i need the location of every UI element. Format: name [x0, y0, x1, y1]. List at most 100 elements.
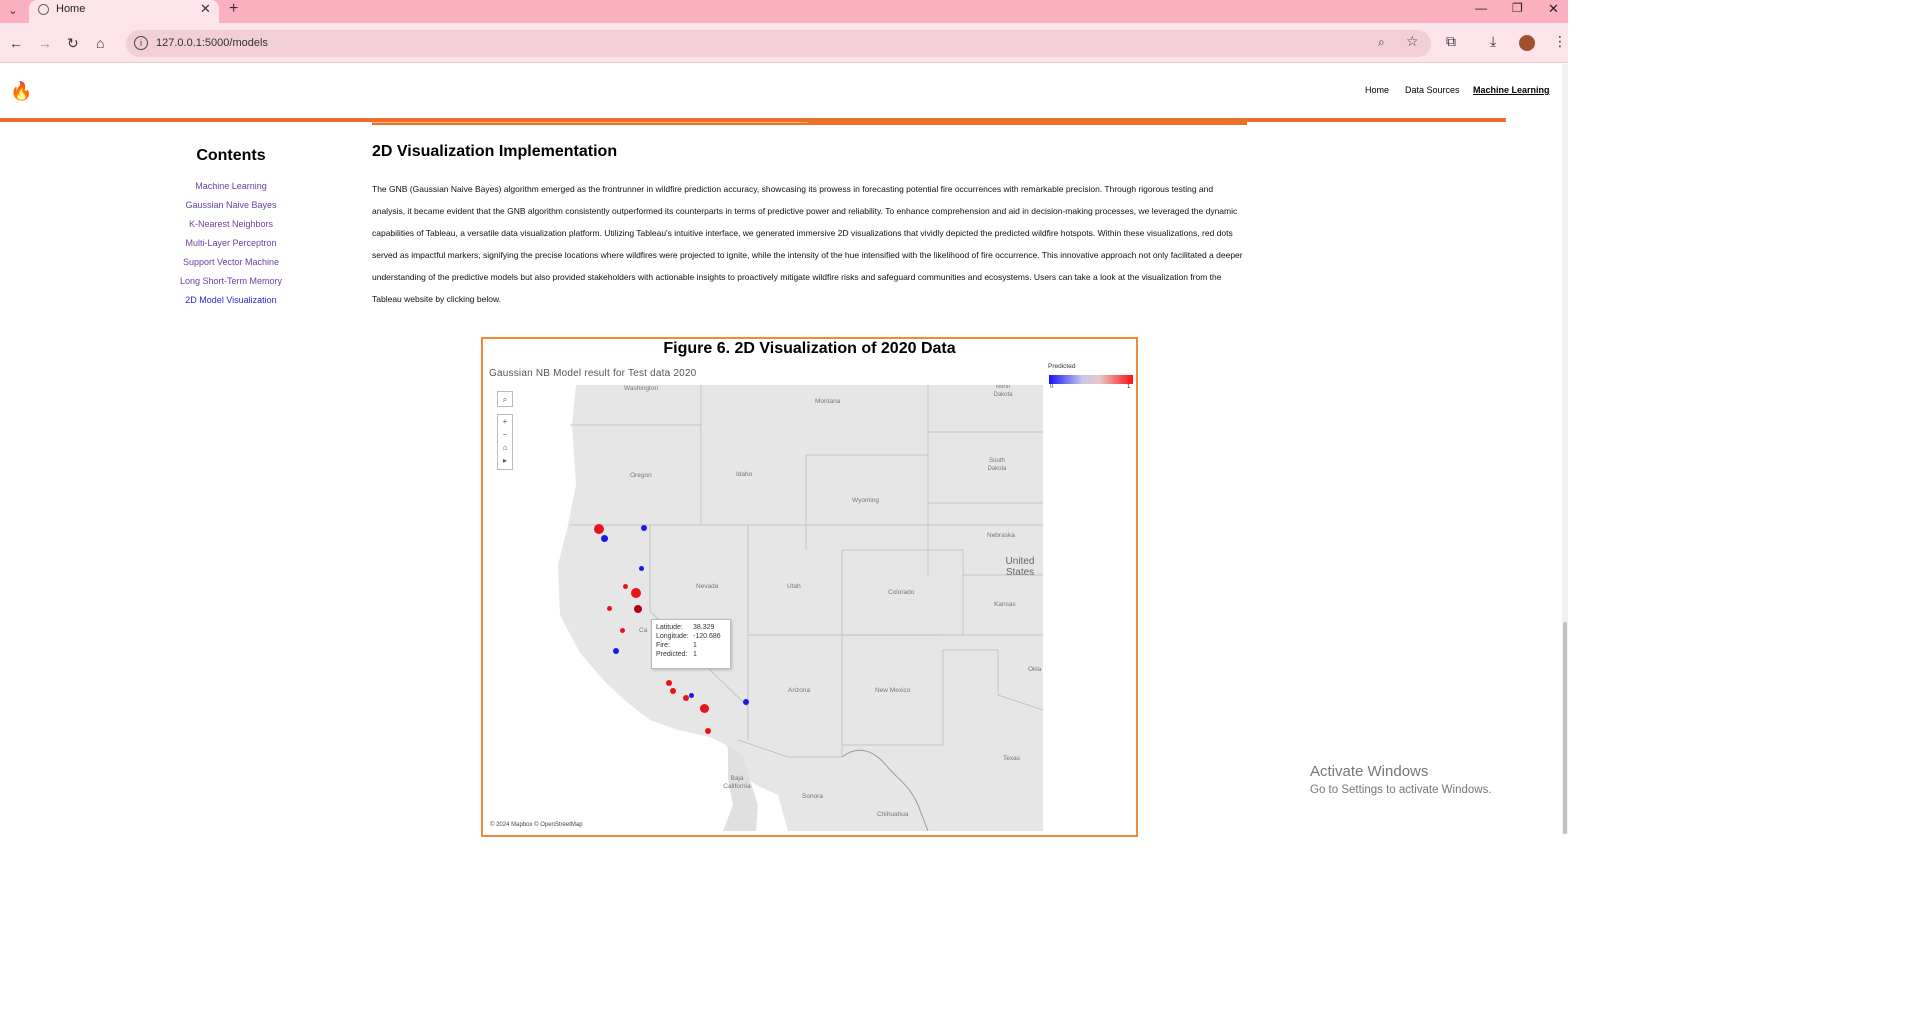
windows-activation-title: Activate Windows	[1310, 763, 1429, 780]
toc-link-lstm[interactable]: Long Short-Term Memory	[151, 276, 311, 286]
map-zoom-controls: + − ⌂ ▸	[497, 414, 513, 470]
restore-icon[interactable]: ❐	[1512, 1, 1523, 15]
home-icon[interactable]: ⌂	[96, 35, 104, 51]
browser-toolbar: ← → ↻ ⌂ i 127.0.0.1:5000/models ⌕ ☆ ⧉ ⤓ …	[0, 23, 1568, 63]
window-close-icon[interactable]: ✕	[1548, 1, 1559, 17]
tooltip-latitude-label: Latitude:	[656, 624, 683, 631]
map-point-no-fire[interactable]	[743, 699, 749, 705]
map-point-fire[interactable]	[705, 728, 711, 734]
figure-2d-visualization[interactable]: Figure 6. 2D Visualization of 2020 Data …	[481, 337, 1138, 837]
toc-link-multi-layer-perceptron[interactable]: Multi-Layer Perceptron	[151, 238, 311, 248]
map-label-nevada: Nevada	[696, 583, 719, 590]
map-point-fire[interactable]	[683, 695, 689, 701]
zoom-out-icon[interactable]: −	[498, 428, 512, 441]
new-tab-icon[interactable]: +	[229, 0, 238, 18]
map-label-oregon: Oregon	[630, 472, 652, 479]
map-label-washington: Washington	[624, 385, 659, 392]
tooltip-latitude-value: 38.329	[693, 624, 715, 631]
map-label-kansas: Kansas	[994, 601, 1016, 608]
map-point-no-fire[interactable]	[613, 648, 619, 654]
section-divider-highlight	[372, 122, 808, 123]
url-text[interactable]: 127.0.0.1:5000/models	[156, 37, 268, 49]
map-label-chihuahua: Chihuahua	[877, 811, 909, 818]
map-home-icon[interactable]: ⌂	[498, 441, 512, 454]
legend-max: 1	[1127, 384, 1131, 390]
map-label-united-states: United States	[1005, 556, 1035, 578]
map-label-texas: Texas	[1003, 755, 1020, 762]
map-point-no-fire[interactable]	[641, 525, 647, 531]
map-tooltip: Latitude: 38.329 Longitude: -120.686 Fire:…	[651, 619, 731, 669]
reload-icon[interactable]: ↻	[67, 35, 79, 52]
map-search-icon[interactable]: ⌕	[497, 391, 513, 407]
section-title: 2D Visualization Implementation	[372, 143, 618, 160]
toc-link-support-vector-machine[interactable]: Support Vector Machine	[151, 257, 311, 267]
profile-avatar[interactable]	[1519, 35, 1535, 51]
map-label-sonora: Sonora	[802, 793, 823, 800]
tooltip-predicted-value: 1	[693, 651, 697, 658]
legend-title: Predicted	[1048, 363, 1076, 370]
tab-title: Home	[56, 3, 86, 15]
map-attribution: © 2024 Mapbox © OpenStreetMap	[490, 822, 583, 828]
bookmark-star-icon[interactable]: ☆	[1406, 33, 1419, 50]
globe-icon	[38, 4, 49, 15]
address-bar[interactable]: i 127.0.0.1:5000/models ⌕ ☆	[126, 30, 1431, 57]
toc-link-2d-model-visualization[interactable]: 2D Model Visualization	[151, 295, 311, 305]
map-point-fire[interactable]	[622, 583, 628, 589]
map-label-okla: Okla	[1028, 666, 1042, 673]
map-label-montana: Montana	[815, 398, 841, 405]
map-point-fire[interactable]	[619, 627, 625, 633]
map-label-north-dakota: North Dakota	[993, 385, 1013, 398]
map-label-colorado: Colorado	[888, 589, 915, 596]
site-info-icon[interactable]: i	[134, 36, 148, 50]
map-label-arizona: Arizona	[788, 687, 811, 694]
site-header: 🔥 Home Data Sources Machine Learning	[0, 64, 1562, 118]
map-label-nebraska: Nebraska	[987, 532, 1015, 539]
map-point-fire[interactable]	[670, 688, 676, 694]
scrollbar-thumb[interactable]	[1563, 622, 1567, 834]
map-label-idaho: Idaho	[736, 471, 753, 478]
tooltip-fire-value: 1	[693, 642, 697, 649]
extensions-icon[interactable]: ⧉	[1446, 33, 1456, 50]
toc-link-gaussian-naive-bayes[interactable]: Gaussian Naive Bayes	[151, 200, 311, 210]
map-label-south-dakota: South Dakota	[987, 458, 1007, 472]
section-paragraph: The GNB (Gaussian Naive Bayes) algorithm…	[372, 184, 1243, 304]
map-label-baja-california: Baja California	[723, 775, 751, 790]
forward-icon[interactable]: →	[38, 35, 52, 51]
tooltip-longitude-label: Longitude:	[656, 633, 689, 640]
map-point-no-fire[interactable]	[638, 565, 644, 571]
figure-subtitle: Gaussian NB Model result for Test data 2…	[489, 368, 697, 379]
download-icon[interactable]: ⤓	[1490, 33, 1496, 50]
map-label-utah: Utah	[787, 583, 801, 590]
menu-kebab-icon[interactable]: ⋮	[1553, 33, 1567, 50]
tab-search-chevron-icon[interactable]: ⌄	[4, 2, 22, 20]
map-point-fire[interactable]	[666, 680, 672, 686]
map-label-wyoming: Wyoming	[852, 497, 880, 504]
browser-tab[interactable]: Home ✕	[29, 0, 219, 23]
map-point-fire[interactable]	[634, 605, 642, 613]
nav-data-sources[interactable]: Data Sources	[1405, 85, 1460, 95]
zoom-in-icon[interactable]: +	[498, 415, 512, 428]
zoom-icon[interactable]: ⌕	[1378, 35, 1385, 50]
map-label-new-mexico: New Mexico	[875, 687, 911, 694]
map-svg	[488, 385, 1043, 831]
map-point-no-fire[interactable]	[600, 534, 608, 542]
windows-activation-subtitle: Go to Settings to activate Windows.	[1310, 784, 1492, 796]
map-point-no-fire[interactable]	[688, 692, 694, 698]
map-point-fire[interactable]	[606, 605, 612, 611]
nav-home[interactable]: Home	[1365, 85, 1389, 95]
flame-logo-icon[interactable]: 🔥	[10, 81, 32, 102]
tab-close-icon[interactable]: ✕	[200, 1, 211, 17]
toc-link-k-nearest-neighbors[interactable]: K-Nearest Neighbors	[151, 219, 311, 229]
map-point-fire[interactable]	[699, 703, 709, 713]
legend-min: 0	[1050, 384, 1054, 390]
nav-machine-learning[interactable]: Machine Learning	[1473, 85, 1550, 95]
minimize-icon[interactable]: —	[1475, 1, 1487, 15]
map-point-fire[interactable]	[594, 524, 604, 534]
map-canvas[interactable]: Washington Montana North Dakota Oregon I…	[488, 385, 1043, 831]
map-label-ca: Ca	[639, 627, 648, 634]
toc-link-machine-learning[interactable]: Machine Learning	[151, 181, 311, 191]
page-scrollbar[interactable]	[1562, 64, 1568, 834]
map-point-fire[interactable]	[631, 588, 641, 598]
pan-arrow-icon[interactable]: ▸	[498, 454, 512, 467]
back-icon[interactable]: ←	[9, 35, 23, 51]
